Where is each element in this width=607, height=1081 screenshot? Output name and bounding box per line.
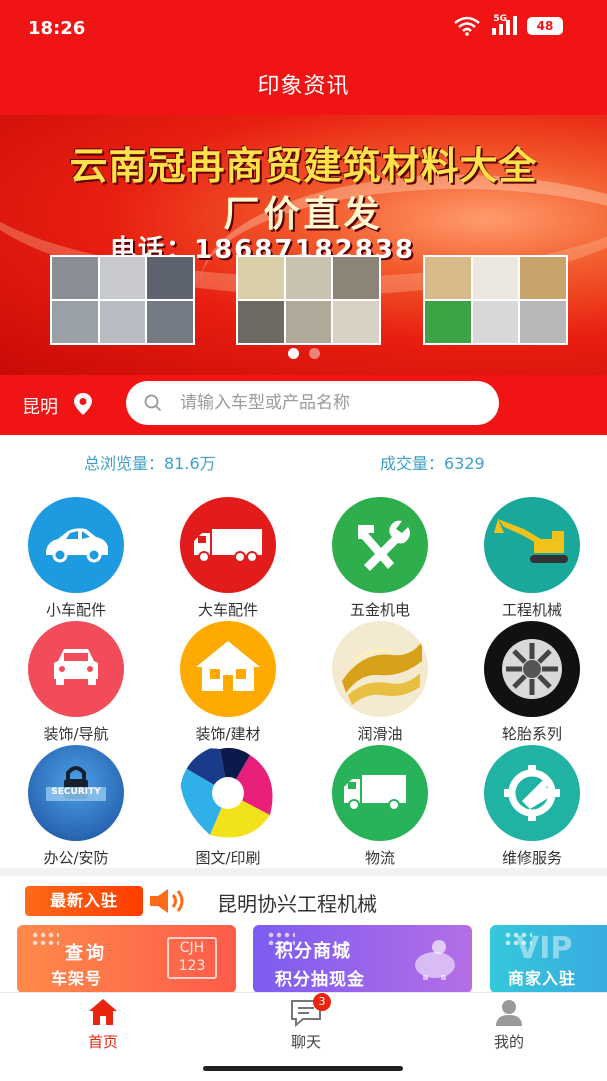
user-icon: [492, 997, 526, 1027]
total-views: 总浏览量：81.6万: [84, 454, 216, 473]
category-printing[interactable]: 图文/印刷: [163, 745, 293, 868]
speaker-icon: [148, 886, 188, 920]
promo-title: 积分商城: [275, 941, 351, 962]
tab-label: 首页: [87, 1033, 118, 1051]
chat-icon: 3: [289, 993, 331, 1028]
delivery-truck-icon: [332, 745, 428, 841]
vin-code-graphic: CJH 123: [167, 937, 217, 979]
oil-icon: [332, 621, 428, 717]
car-front-icon: [28, 621, 124, 717]
product-photo-grid: [423, 255, 568, 345]
newcomer-badge: 最新入驻: [25, 886, 143, 916]
promo-banner[interactable]: 云南冠冉商贸建筑材料大全 厂价直发 电话：18687182838: [0, 115, 607, 375]
category-label: 小车配件: [45, 601, 106, 619]
signal-icon: [491, 16, 517, 36]
security-text: SECURITY: [51, 787, 101, 797]
category-repair[interactable]: 维修服务: [467, 745, 597, 868]
search-box[interactable]: [126, 381, 499, 425]
promo-subtitle: 积分抽现金: [275, 970, 365, 990]
tab-label: 聊天: [290, 1033, 321, 1051]
category-label: 办公/安防: [43, 849, 109, 867]
category-car-parts[interactable]: 小车配件: [11, 497, 141, 620]
carousel-dot-active[interactable]: [287, 348, 299, 359]
category-label: 物流: [364, 849, 395, 867]
promo-subtitle: 商家入驻: [508, 969, 577, 988]
promo-title: 查询: [65, 943, 107, 964]
product-photo-grid: [50, 255, 195, 345]
category-truck-parts[interactable]: 大车配件: [163, 497, 293, 620]
category-machinery[interactable]: 工程机械: [467, 497, 597, 620]
piggy-bank-icon: [409, 939, 461, 985]
location-pin-icon[interactable]: [73, 392, 93, 420]
category-label: 五金机电: [349, 601, 410, 619]
wifi-icon: [453, 16, 481, 36]
category-label: 轮胎系列: [501, 725, 562, 743]
home-icon: [86, 997, 120, 1027]
category-label: 大车配件: [197, 601, 258, 619]
category-label: 工程机械: [501, 601, 562, 619]
promo-subtitle: 车架号: [51, 969, 103, 988]
newcomer-company[interactable]: 昆明协兴工程机械: [217, 888, 377, 917]
category-hardware[interactable]: 五金机电: [315, 497, 445, 620]
category-lubricant[interactable]: 润滑油: [315, 621, 445, 744]
category-tires[interactable]: 轮胎系列: [467, 621, 597, 744]
tab-label: 我的: [493, 1033, 524, 1051]
category-label: 图文/印刷: [195, 849, 261, 867]
battery-indicator: 48: [527, 17, 563, 35]
excavator-icon: [484, 497, 580, 593]
category-building-materials[interactable]: 装饰/建材: [163, 621, 293, 744]
category-decor-nav[interactable]: 装饰/导航: [11, 621, 141, 744]
security-lock-icon: SECURITY: [28, 745, 124, 841]
carousel-dot[interactable]: [308, 348, 320, 359]
car-icon: [28, 497, 124, 593]
page-title: 印象资讯: [257, 74, 350, 99]
truck-icon: [180, 497, 276, 593]
total-deals: 成交量：6329: [380, 454, 485, 473]
status-time: 18:26: [28, 18, 86, 39]
section-divider: [0, 868, 607, 876]
category-label: 维修服务: [501, 849, 562, 867]
home-indicator[interactable]: [203, 1066, 403, 1071]
vip-logo: VIP: [516, 931, 573, 966]
category-office-security[interactable]: SECURITY 办公/安防: [11, 745, 141, 868]
tab-chat[interactable]: 3 聊天: [246, 993, 366, 1063]
dot-pattern: [31, 931, 59, 945]
merchant-join-card[interactable]: VIP 商家入驻: [490, 925, 607, 993]
carousel-indicator[interactable]: [0, 348, 607, 359]
category-logistics[interactable]: 物流: [315, 745, 445, 868]
city-selector[interactable]: 昆明: [22, 393, 58, 419]
search-input[interactable]: [180, 381, 480, 425]
print-color-icon: [180, 745, 276, 841]
status-icons: 48: [453, 16, 563, 36]
app-header: 18:26 5G 48 印象资讯: [0, 0, 607, 115]
product-photo-grid: [236, 255, 381, 345]
gear-wrench-icon: [484, 745, 580, 841]
tab-mine[interactable]: 我的: [449, 993, 569, 1063]
category-label: 润滑油: [357, 725, 403, 743]
search-bar-row: 昆明: [0, 375, 607, 435]
category-label: 装饰/建材: [195, 725, 261, 743]
house-icon: [180, 621, 276, 717]
tools-icon: [332, 497, 428, 593]
points-mall-card[interactable]: 积分商城 积分抽现金: [253, 925, 472, 993]
banner-headline: 云南冠冉商贸建筑材料大全: [69, 144, 538, 188]
category-label: 装饰/导航: [43, 725, 109, 743]
vin-query-card[interactable]: 查询 车架号 CJH 123: [17, 925, 236, 993]
unread-badge: 3: [313, 993, 331, 1011]
search-icon: [144, 394, 162, 416]
tire-icon: [484, 621, 580, 717]
tab-home[interactable]: 首页: [43, 993, 163, 1063]
